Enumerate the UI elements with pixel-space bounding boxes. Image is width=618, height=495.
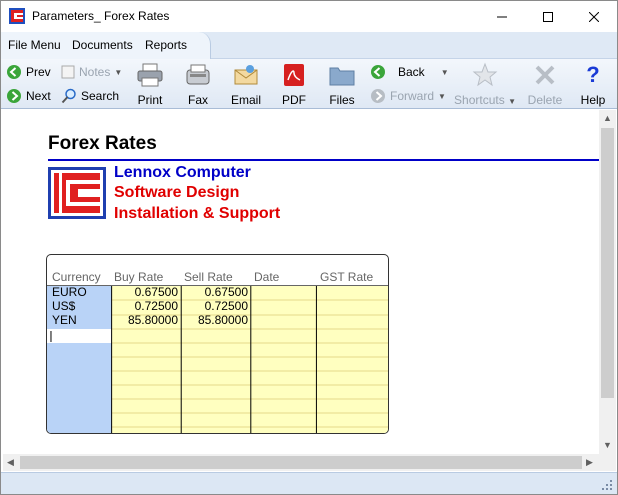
shortcuts-dropdown-icon: ▼: [508, 97, 516, 106]
search-label: Search: [81, 89, 120, 103]
horizontal-scrollbar[interactable]: ◀ ▶: [3, 454, 599, 471]
search-icon: [61, 88, 76, 104]
scroll-up-icon[interactable]: ▲: [603, 113, 612, 123]
arrow-right-icon: [7, 89, 21, 103]
print-label: Print: [137, 93, 163, 107]
page-title: Forex Rates: [48, 133, 157, 154]
app-logo-icon: [9, 8, 25, 24]
header-buy-rate: Buy Rate: [114, 270, 164, 284]
scroll-right-icon[interactable]: ▶: [586, 457, 593, 468]
toolbar: Prev Next Notes ▼ Search Print Fax Email: [1, 59, 617, 109]
delete-icon: [535, 65, 555, 85]
menu-file[interactable]: File Menu: [8, 38, 61, 52]
close-button[interactable]: [571, 1, 617, 32]
menu-documents[interactable]: Documents: [72, 38, 133, 52]
window-title: Parameters_ Forex Rates: [32, 9, 170, 23]
back-arrow-icon: [371, 65, 385, 79]
company-tagline-2: Installation & Support: [114, 205, 281, 222]
back-button[interactable]: Back ▼: [370, 63, 449, 81]
minimize-button[interactable]: [479, 1, 525, 32]
cell-sell-rate[interactable]: 0.72500: [184, 299, 248, 314]
close-icon: [589, 11, 599, 22]
forward-button[interactable]: Forward ▼: [370, 87, 446, 105]
delete-button[interactable]: Delete: [523, 61, 567, 107]
forward-label: Forward: [390, 89, 435, 103]
notes-dropdown-icon: ▼: [114, 67, 123, 77]
cell-buy-rate[interactable]: 0.67500: [114, 285, 178, 300]
note-icon: [61, 65, 75, 79]
header-currency: Currency: [52, 270, 101, 284]
pdf-button[interactable]: PDF: [272, 61, 316, 107]
forward-dropdown-icon: ▼: [438, 91, 446, 101]
cell-buy-rate[interactable]: 0.72500: [114, 299, 178, 314]
document-view: Forex Rates Lennox Computer Software Des…: [3, 110, 599, 454]
cell-currency[interactable]: YEN: [52, 313, 77, 328]
title-bar: Parameters_ Forex Rates: [1, 1, 617, 32]
forward-arrow-icon: [371, 89, 385, 103]
vertical-scroll-thumb[interactable]: [601, 128, 614, 398]
scroll-left-icon[interactable]: ◀: [7, 457, 14, 468]
fax-button[interactable]: Fax: [176, 61, 220, 107]
notes-label: Notes: [79, 65, 111, 79]
shortcuts-button[interactable]: Shortcuts ▼: [451, 61, 519, 107]
cell-currency[interactable]: US$: [52, 299, 75, 314]
cell-currency[interactable]: EURO: [52, 285, 87, 300]
header-gst-rate: GST Rate: [320, 270, 374, 284]
header-sell-rate: Sell Rate: [184, 270, 233, 284]
notes-button[interactable]: Notes ▼: [61, 63, 122, 81]
email-icon: [234, 65, 258, 85]
company-logo: [48, 167, 106, 219]
printer-icon: [137, 63, 163, 87]
cell-buy-rate[interactable]: 85.80000: [114, 313, 178, 328]
fax-icon: [186, 64, 210, 85]
app-window: Parameters_ Forex Rates File Menu Docume…: [0, 0, 618, 495]
shortcuts-label: Shortcuts: [454, 93, 505, 107]
resize-grip-icon[interactable]: [601, 479, 613, 491]
files-button[interactable]: Files: [320, 61, 364, 107]
cell-sell-rate[interactable]: 0.67500: [184, 285, 248, 300]
arrow-left-icon: [7, 65, 21, 79]
files-label: Files: [329, 93, 355, 107]
pdf-label: PDF: [282, 93, 306, 107]
back-dropdown-icon: ▼: [440, 67, 449, 77]
company-tagline-1: Software Design: [114, 184, 240, 201]
title-rule: [48, 159, 599, 161]
menu-bar: File Menu Documents Reports: [1, 32, 617, 59]
header-date: Date: [254, 270, 280, 284]
star-icon: [472, 62, 498, 87]
maximize-icon: [543, 11, 553, 22]
vertical-scrollbar[interactable]: ▲ ▼: [599, 110, 616, 454]
next-label: Next: [26, 89, 51, 103]
minimize-icon: [497, 16, 507, 17]
next-button[interactable]: Next: [6, 87, 51, 105]
prev-button[interactable]: Prev: [6, 63, 51, 81]
menu-reports[interactable]: Reports: [145, 38, 187, 52]
search-button[interactable]: Search: [61, 87, 119, 105]
email-button[interactable]: Email: [224, 61, 268, 107]
fax-label: Fax: [187, 93, 208, 107]
print-button[interactable]: Print: [128, 61, 172, 107]
help-label: Help: [580, 93, 606, 107]
back-label: Back: [398, 65, 425, 79]
folder-icon: [329, 67, 355, 86]
scroll-corner: [599, 454, 616, 471]
pdf-icon: [284, 64, 304, 86]
status-bar: [1, 472, 617, 494]
prev-label: Prev: [26, 65, 51, 79]
forex-grid[interactable]: Currency Buy Rate Sell Rate Date GST Rat…: [46, 254, 389, 434]
horizontal-scroll-thumb[interactable]: [20, 456, 582, 469]
help-icon: ?: [586, 62, 600, 87]
maximize-button[interactable]: [525, 1, 571, 32]
company-name: Lennox Computer: [114, 164, 251, 181]
delete-label: Delete: [527, 93, 563, 107]
email-label: Email: [230, 93, 261, 107]
help-button[interactable]: ? Help: [571, 61, 615, 107]
scroll-down-icon[interactable]: ▼: [603, 440, 612, 450]
cell-sell-rate[interactable]: 85.80000: [184, 313, 248, 328]
